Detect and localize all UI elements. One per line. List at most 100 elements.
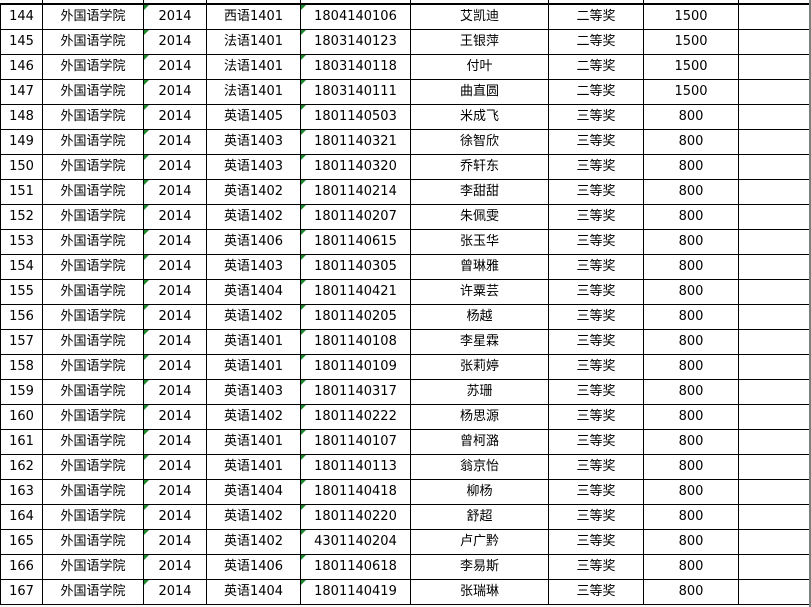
year-cell[interactable]: 2014 bbox=[143, 429, 207, 455]
college-cell[interactable]: 外国语学院 bbox=[42, 579, 144, 605]
class-cell[interactable]: 英语1402 bbox=[206, 404, 301, 430]
row-number-cell[interactable]: 160 bbox=[0, 404, 43, 430]
note-cell[interactable] bbox=[738, 429, 811, 455]
student-id-cell[interactable]: 1803140111 bbox=[300, 79, 411, 105]
amount-cell[interactable]: 800 bbox=[643, 279, 739, 305]
award-cell[interactable]: 三等奖 bbox=[548, 579, 644, 605]
year-cell[interactable]: 2014 bbox=[143, 379, 207, 405]
class-cell[interactable]: 西语1401 bbox=[206, 4, 301, 30]
college-cell[interactable]: 外国语学院 bbox=[42, 229, 144, 255]
year-cell[interactable]: 2014 bbox=[143, 54, 207, 80]
award-cell[interactable]: 二等奖 bbox=[548, 29, 644, 55]
amount-cell[interactable]: 800 bbox=[643, 504, 739, 530]
row-number-cell[interactable]: 148 bbox=[0, 104, 43, 130]
note-cell[interactable] bbox=[738, 329, 811, 355]
note-cell[interactable] bbox=[738, 354, 811, 380]
college-cell[interactable]: 外国语学院 bbox=[42, 29, 144, 55]
note-cell[interactable] bbox=[738, 254, 811, 280]
year-cell[interactable]: 2014 bbox=[143, 579, 207, 605]
note-cell[interactable] bbox=[738, 454, 811, 480]
class-cell[interactable]: 英语1404 bbox=[206, 479, 301, 505]
award-cell[interactable]: 三等奖 bbox=[548, 204, 644, 230]
college-cell[interactable]: 外国语学院 bbox=[42, 279, 144, 305]
award-cell[interactable]: 三等奖 bbox=[548, 254, 644, 280]
student-id-cell[interactable]: 1801140305 bbox=[300, 254, 411, 280]
row-number-cell[interactable]: 150 bbox=[0, 154, 43, 180]
name-cell[interactable]: 徐智欣 bbox=[410, 129, 549, 155]
award-cell[interactable]: 三等奖 bbox=[548, 154, 644, 180]
note-cell[interactable] bbox=[738, 4, 811, 30]
note-cell[interactable] bbox=[738, 154, 811, 180]
note-cell[interactable] bbox=[738, 204, 811, 230]
class-cell[interactable]: 英语1403 bbox=[206, 129, 301, 155]
year-cell[interactable]: 2014 bbox=[143, 254, 207, 280]
student-id-cell[interactable]: 1801140419 bbox=[300, 579, 411, 605]
name-cell[interactable]: 米成飞 bbox=[410, 104, 549, 130]
note-cell[interactable] bbox=[738, 379, 811, 405]
college-cell[interactable]: 外国语学院 bbox=[42, 329, 144, 355]
amount-cell[interactable]: 800 bbox=[643, 354, 739, 380]
class-cell[interactable]: 英语1405 bbox=[206, 104, 301, 130]
name-cell[interactable]: 舒超 bbox=[410, 504, 549, 530]
student-id-cell[interactable]: 4301140204 bbox=[300, 529, 411, 555]
award-cell[interactable]: 三等奖 bbox=[548, 379, 644, 405]
amount-cell[interactable]: 800 bbox=[643, 104, 739, 130]
name-cell[interactable]: 苏珊 bbox=[410, 379, 549, 405]
class-cell[interactable]: 法语1401 bbox=[206, 29, 301, 55]
year-cell[interactable]: 2014 bbox=[143, 529, 207, 555]
row-number-cell[interactable]: 156 bbox=[0, 304, 43, 330]
class-cell[interactable]: 英语1402 bbox=[206, 179, 301, 205]
amount-cell[interactable]: 800 bbox=[643, 304, 739, 330]
student-id-cell[interactable]: 1801140320 bbox=[300, 154, 411, 180]
student-id-cell[interactable]: 1801140113 bbox=[300, 454, 411, 480]
class-cell[interactable]: 英语1402 bbox=[206, 304, 301, 330]
student-id-cell[interactable]: 1801140207 bbox=[300, 204, 411, 230]
award-cell[interactable]: 三等奖 bbox=[548, 404, 644, 430]
name-cell[interactable]: 翁京怡 bbox=[410, 454, 549, 480]
name-cell[interactable]: 王银萍 bbox=[410, 29, 549, 55]
college-cell[interactable]: 外国语学院 bbox=[42, 254, 144, 280]
college-cell[interactable]: 外国语学院 bbox=[42, 129, 144, 155]
note-cell[interactable] bbox=[738, 104, 811, 130]
class-cell[interactable]: 英语1402 bbox=[206, 504, 301, 530]
award-cell[interactable]: 三等奖 bbox=[548, 304, 644, 330]
name-cell[interactable]: 张莉婷 bbox=[410, 354, 549, 380]
year-cell[interactable]: 2014 bbox=[143, 404, 207, 430]
award-cell[interactable]: 三等奖 bbox=[548, 104, 644, 130]
award-cell[interactable]: 三等奖 bbox=[548, 554, 644, 580]
award-cell[interactable]: 三等奖 bbox=[548, 454, 644, 480]
note-cell[interactable] bbox=[738, 554, 811, 580]
year-cell[interactable]: 2014 bbox=[143, 79, 207, 105]
row-number-cell[interactable]: 155 bbox=[0, 279, 43, 305]
award-cell[interactable]: 三等奖 bbox=[548, 329, 644, 355]
amount-cell[interactable]: 800 bbox=[643, 579, 739, 605]
name-cell[interactable]: 曾柯潞 bbox=[410, 429, 549, 455]
class-cell[interactable]: 英语1404 bbox=[206, 579, 301, 605]
award-cell[interactable]: 三等奖 bbox=[548, 179, 644, 205]
student-id-cell[interactable]: 1803140123 bbox=[300, 29, 411, 55]
amount-cell[interactable]: 800 bbox=[643, 229, 739, 255]
student-id-cell[interactable]: 1801140108 bbox=[300, 329, 411, 355]
amount-cell[interactable]: 800 bbox=[643, 204, 739, 230]
student-id-cell[interactable]: 1801140109 bbox=[300, 354, 411, 380]
row-number-cell[interactable]: 163 bbox=[0, 479, 43, 505]
college-cell[interactable]: 外国语学院 bbox=[42, 479, 144, 505]
row-number-cell[interactable]: 154 bbox=[0, 254, 43, 280]
year-cell[interactable]: 2014 bbox=[143, 479, 207, 505]
class-cell[interactable]: 英语1403 bbox=[206, 254, 301, 280]
college-cell[interactable]: 外国语学院 bbox=[42, 504, 144, 530]
row-number-cell[interactable]: 153 bbox=[0, 229, 43, 255]
amount-cell[interactable]: 800 bbox=[643, 179, 739, 205]
college-cell[interactable]: 外国语学院 bbox=[42, 54, 144, 80]
row-number-cell[interactable]: 167 bbox=[0, 579, 43, 605]
note-cell[interactable] bbox=[738, 529, 811, 555]
class-cell[interactable]: 法语1401 bbox=[206, 54, 301, 80]
student-id-cell[interactable]: 1801140503 bbox=[300, 104, 411, 130]
class-cell[interactable]: 英语1401 bbox=[206, 354, 301, 380]
award-cell[interactable]: 三等奖 bbox=[548, 429, 644, 455]
year-cell[interactable]: 2014 bbox=[143, 104, 207, 130]
amount-cell[interactable]: 800 bbox=[643, 479, 739, 505]
row-number-cell[interactable]: 157 bbox=[0, 329, 43, 355]
year-cell[interactable]: 2014 bbox=[143, 29, 207, 55]
year-cell[interactable]: 2014 bbox=[143, 229, 207, 255]
